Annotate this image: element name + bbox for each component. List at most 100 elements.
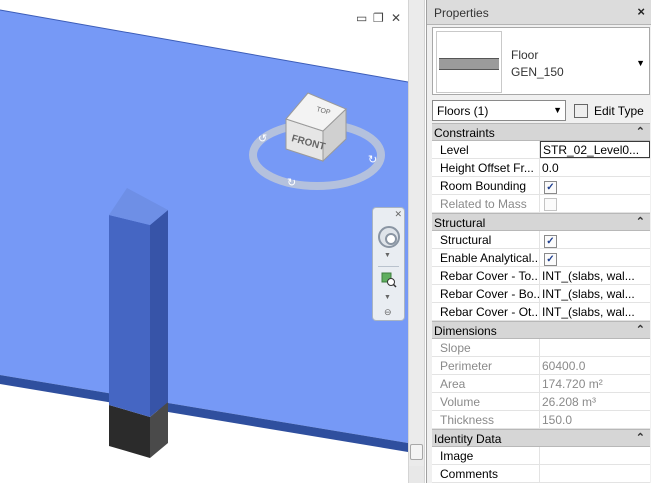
instance-filter-dropdown[interactable]: Floors (1) ▼ [432, 100, 566, 121]
property-name: Slope [432, 339, 540, 356]
close-icon[interactable]: × [637, 4, 645, 19]
navbar-divider [378, 266, 399, 267]
property-value: 174.720 m² [542, 377, 603, 391]
property-name: Comments [432, 465, 540, 482]
property-value[interactable]: INT_(slabs, wal... [540, 285, 650, 302]
property-row: Level STR_02_Level0... [432, 141, 650, 159]
group-label: Constraints [434, 126, 495, 140]
type-preview-image [436, 31, 502, 93]
type-selector[interactable]: Floor GEN_150 ▼ [432, 27, 650, 95]
scrollbar-corner [409, 466, 424, 483]
property-row: Volume 26.208 m³ [432, 393, 650, 411]
scrollbar-thumb[interactable] [410, 444, 423, 460]
property-value[interactable]: INT_(slabs, wal... [540, 267, 650, 284]
properties-title: Properties [434, 6, 489, 20]
group-header[interactable]: Identity Data ⌃ [432, 429, 650, 447]
navigation-bar: ✕ ▼ ▼ ⊖ [372, 207, 405, 321]
checkbox [544, 198, 557, 211]
property-name: Room Bounding [432, 177, 540, 194]
properties-grid: Constraints ⌃ Level STR_02_Level0... Height … [432, 123, 650, 483]
property-row: Perimeter 60400.0 [432, 357, 650, 375]
property-row: Rebar Cover - Ot... INT_(slabs, wal... [432, 303, 650, 321]
checkbox[interactable]: ✓ [544, 235, 557, 248]
property-name: Thickness [432, 411, 540, 428]
rotate-right-icon[interactable]: ↻ [368, 153, 377, 166]
property-row: Room Bounding ✓ [432, 177, 650, 195]
chevron-down-icon: ▼ [553, 105, 562, 115]
property-row: Slope [432, 339, 650, 357]
group-label: Identity Data [434, 432, 502, 446]
group-header[interactable]: Constraints ⌃ [432, 123, 650, 141]
property-checkbox-cell[interactable]: ✓ [540, 177, 650, 194]
property-name: Level [432, 141, 540, 158]
collapse-icon[interactable]: ⌃ [636, 125, 645, 138]
edit-type-label: Edit Type [594, 104, 644, 118]
group-header[interactable]: Dimensions ⌃ [432, 321, 650, 339]
property-name: Structural [432, 231, 540, 248]
property-value: 26.208 m³ [542, 395, 597, 409]
zoom-icon[interactable] [381, 272, 397, 288]
group-label: Structural [434, 216, 486, 230]
type-family-label: Floor [511, 48, 539, 62]
steering-wheel-icon[interactable] [378, 226, 400, 248]
property-name: Image [432, 447, 540, 464]
property-row: Rebar Cover - To... INT_(slabs, wal... [432, 267, 650, 285]
instance-filter-label: Floors (1) [437, 104, 489, 118]
property-value[interactable] [540, 447, 650, 464]
3d-model-scene[interactable]: TOP FRONT ↺ ↻ ↻ [0, 0, 408, 483]
property-row: Structural ✓ [432, 231, 650, 249]
wheel-dropdown-icon[interactable]: ▼ [384, 252, 391, 259]
property-checkbox-cell[interactable]: ✓ [540, 231, 650, 248]
property-name: Rebar Cover - To... [432, 267, 540, 284]
property-checkbox-cell [540, 195, 650, 212]
property-checkbox-cell[interactable]: ✓ [540, 249, 650, 266]
property-value[interactable]: INT_(slabs, wal... [540, 303, 650, 320]
edit-type-button[interactable]: Edit Type [571, 100, 647, 121]
property-row: Thickness 150.0 [432, 411, 650, 429]
property-row: Image [432, 447, 650, 465]
edit-type-icon [574, 104, 588, 118]
property-row: Area 174.720 m² [432, 375, 650, 393]
filter-row: Floors (1) ▼ Edit Type [432, 100, 650, 122]
restore-view-icon[interactable]: ❐ [373, 12, 384, 24]
zoom-dropdown-icon[interactable]: ▼ [384, 294, 391, 301]
property-value[interactable] [540, 465, 650, 482]
property-value: 60400.0 [542, 359, 586, 373]
group-header[interactable]: Structural ⌃ [432, 213, 650, 231]
floor-slab[interactable] [0, 10, 408, 443]
3d-view-canvas[interactable]: TOP FRONT ↺ ↻ ↻ ▭ ❐ ✕ ✕ ▼ ▼ ⊖ [0, 0, 408, 483]
rotate-left-icon[interactable]: ↺ [258, 132, 267, 145]
property-name: Enable Analytical... [432, 249, 540, 266]
property-value: 150.0 [542, 413, 573, 427]
property-value[interactable]: 0.0 [540, 159, 650, 176]
property-row: Related to Mass [432, 195, 650, 213]
type-name-label: GEN_150 [511, 65, 564, 79]
group-label: Dimensions [434, 324, 497, 338]
view-vertical-scrollbar[interactable] [408, 0, 425, 483]
close-view-icon[interactable]: ✕ [391, 12, 401, 24]
property-row: Enable Analytical... ✓ [432, 249, 650, 267]
collapse-icon[interactable]: ⌃ [636, 215, 645, 228]
type-dropdown-icon[interactable]: ▼ [636, 58, 645, 68]
rotate-down-icon[interactable]: ↻ [287, 176, 296, 189]
property-row: Comments [432, 465, 650, 483]
structural-column[interactable] [109, 215, 150, 417]
navbar-close-icon[interactable]: ✕ [394, 209, 402, 220]
navbar-options-icon[interactable]: ⊖ [384, 307, 392, 318]
property-value[interactable]: STR_02_Level0... [540, 141, 650, 158]
collapse-icon[interactable]: ⌃ [636, 323, 645, 336]
collapse-icon[interactable]: ⌃ [636, 431, 645, 444]
property-row: Height Offset Fr... 0.0 [432, 159, 650, 177]
checkbox[interactable]: ✓ [544, 181, 557, 194]
properties-titlebar: Properties × [427, 0, 651, 25]
property-name: Area [432, 375, 540, 392]
property-name: Height Offset Fr... [432, 159, 540, 176]
property-name: Rebar Cover - Bo... [432, 285, 540, 302]
property-row: Rebar Cover - Bo... INT_(slabs, wal... [432, 285, 650, 303]
property-value [540, 339, 650, 356]
property-name: Rebar Cover - Ot... [432, 303, 540, 320]
checkbox[interactable]: ✓ [544, 253, 557, 266]
property-name: Volume [432, 393, 540, 410]
minimize-view-icon[interactable]: ▭ [356, 12, 367, 24]
property-name: Perimeter [432, 357, 540, 374]
